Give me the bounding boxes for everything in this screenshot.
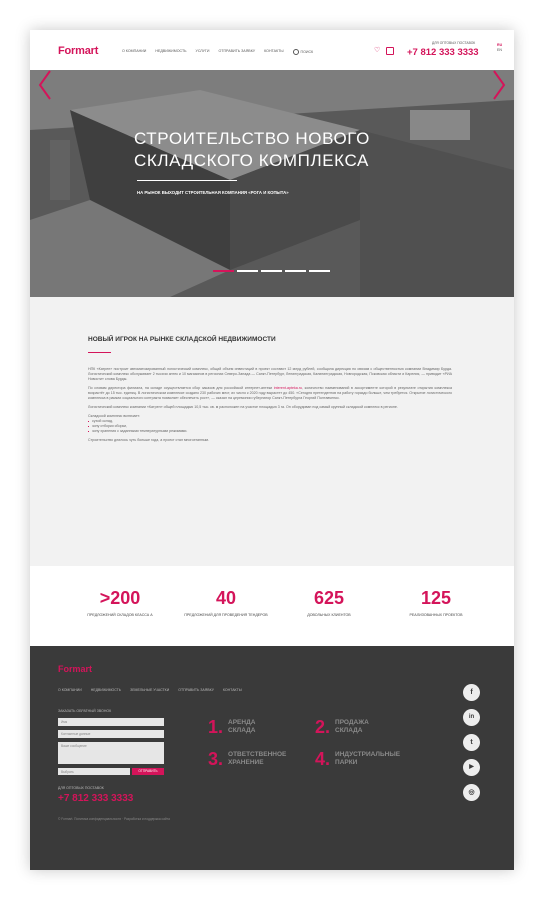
stat-item: >200 Предложений складов класса А: [65, 566, 175, 618]
page-frame: Formart О компании Недвижимость Услуги О…: [30, 30, 514, 870]
site-logo[interactable]: Formart: [58, 45, 98, 57]
prev-arrow-icon[interactable]: [38, 70, 52, 100]
hero-title: СТРОИТЕЛЬСТВО НОВОГО СКЛАДСКОГО КОМПЛЕКС…: [134, 129, 370, 170]
nav-item-search[interactable]: Поиск: [292, 49, 314, 55]
next-arrow-icon[interactable]: [492, 70, 506, 100]
service-link-parks[interactable]: 4. Индустриальные парки: [315, 750, 410, 768]
site-footer: Formart О компании Недвижимость Земельны…: [30, 646, 514, 870]
article-paragraph: Строительство длилось чуть больше года, …: [88, 438, 209, 442]
service-number: 2.: [315, 717, 331, 737]
callback-form-caption: Заказать обратный звонок: [58, 709, 112, 713]
hero-subtitle: На рынок выходит строительная компания «…: [137, 190, 289, 195]
service-label: Аренда склада: [228, 719, 256, 734]
slider-dot[interactable]: [213, 270, 234, 272]
footer-nav-request[interactable]: Отправить заявку: [178, 688, 214, 692]
main-nav: О компании Недвижимость Услуги Отправить…: [122, 49, 313, 55]
service-number: 4.: [315, 749, 331, 769]
stat-label: Предложений для проведения тендеров: [184, 613, 268, 617]
stat-value: 625: [313, 588, 345, 608]
paragraph-text: По словам директора филиала, на складе о…: [88, 386, 274, 390]
footer-phone[interactable]: +7 812 333 3333: [58, 793, 133, 804]
article-paragraph: НПК «Катрен» построит автоматизированный…: [88, 367, 452, 381]
copyright: © Formart. Политика конфиденциальности ·…: [58, 817, 170, 821]
article-body: НПК «Катрен» построит автоматизированный…: [88, 367, 452, 447]
service-link-sale[interactable]: 2. Продажа склада: [315, 718, 385, 736]
header-phone[interactable]: +7 812 333 3333: [407, 47, 479, 58]
footer-nav-about[interactable]: О компании: [58, 688, 82, 692]
service-number: 3.: [208, 749, 224, 769]
footer-nav-realty[interactable]: Недвижимость: [91, 688, 121, 692]
article-title: НОВЫЙ ИГРОК НА РЫНКЕ СКЛАДСКОЙ НЕДВИЖИМО…: [88, 336, 276, 343]
contact-field[interactable]: Контактные данные: [58, 730, 164, 738]
instagram-icon[interactable]: ◎: [463, 784, 480, 801]
stats-section: >200 Предложений складов класса А 40 Пре…: [30, 566, 514, 646]
stat-value: >200: [99, 588, 141, 608]
nav-item-about[interactable]: О компании: [122, 49, 146, 55]
search-icon: [292, 49, 299, 55]
slider-dot[interactable]: [237, 270, 258, 272]
name-field[interactable]: Имя: [58, 718, 164, 726]
footer-logo[interactable]: Formart: [58, 664, 92, 674]
stat-value: 125: [420, 588, 452, 608]
cart-icon[interactable]: [386, 47, 395, 55]
facebook-icon[interactable]: f: [463, 684, 480, 701]
service-label: Индустриальные парки: [335, 751, 401, 766]
feature-list: сухой склад, зону отборки сборки, зону х…: [88, 419, 452, 434]
file-input[interactable]: Выбрать: [58, 768, 130, 775]
nav-item-services[interactable]: Услуги: [196, 49, 210, 55]
slider-dot[interactable]: [285, 270, 306, 272]
service-number: 1.: [208, 717, 224, 737]
footer-phone-caption: Для оптовых поставок: [58, 786, 104, 790]
nav-item-realty[interactable]: Недвижимость: [155, 49, 186, 55]
stat-item: 625 Довольных клиентов: [274, 566, 384, 618]
youtube-icon[interactable]: ▶: [463, 759, 480, 776]
service-label: Продажа склада: [335, 719, 369, 734]
footer-nav: О компании Недвижимость Земельные участк…: [58, 688, 242, 692]
service-link-rent[interactable]: 1. Аренда склада: [208, 718, 278, 736]
stat-value: 40: [215, 588, 237, 608]
hero-divider: [137, 180, 237, 181]
linkedin-icon[interactable]: in: [463, 709, 480, 726]
language-switch: RU EN: [497, 43, 502, 53]
nav-item-request[interactable]: Отправить заявку: [218, 49, 255, 55]
list-item: зону хранения с заданными температурными…: [88, 429, 452, 434]
phone-caption: Для оптовых поставок: [432, 41, 476, 45]
stat-item: 40 Предложений для проведения тендеров: [171, 566, 281, 618]
stat-label: Реализованных проектов: [409, 613, 463, 617]
nav-item-contacts[interactable]: Контакты: [264, 49, 283, 55]
slider-pagination: [213, 270, 330, 272]
lang-en[interactable]: EN: [497, 48, 502, 53]
submit-button[interactable]: Отправить: [132, 768, 164, 775]
article-section: НОВЫЙ ИГРОК НА РЫНКЕ СКЛАДСКОЙ НЕДВИЖИМО…: [30, 297, 514, 566]
article-paragraph: По словам директора филиала, на складе о…: [88, 386, 452, 401]
slider-dot[interactable]: [261, 270, 282, 272]
twitter-icon[interactable]: t: [463, 734, 480, 751]
service-label: Ответственное хранение: [228, 751, 287, 766]
service-link-storage[interactable]: 3. Ответственное хранение: [208, 750, 298, 768]
header-icons: ♡: [374, 47, 395, 55]
hero-slider: СТРОИТЕЛЬСТВО НОВОГО СКЛАДСКОГО КОМПЛЕКС…: [30, 70, 514, 297]
stat-item: 125 Реализованных проектов: [381, 566, 491, 618]
stat-label: Предложений складов класса А: [87, 613, 153, 617]
article-paragraph: Логистический комплекс компании «Катрен»…: [88, 405, 398, 409]
message-field[interactable]: Ваше сообщение: [58, 742, 164, 764]
hero-photo: [30, 70, 514, 297]
stat-label: Довольных клиентов: [307, 613, 351, 617]
footer-nav-land[interactable]: Земельные участки: [130, 688, 169, 692]
search-label: Поиск: [300, 49, 314, 54]
article-link[interactable]: interent-apteka.ru: [274, 386, 302, 390]
site-header: Formart О компании Недвижимость Услуги О…: [30, 30, 514, 70]
heart-icon[interactable]: ♡: [374, 47, 380, 55]
article-divider: [88, 352, 111, 354]
slider-dot[interactable]: [309, 270, 330, 272]
footer-nav-contacts[interactable]: Контакты: [223, 688, 242, 692]
